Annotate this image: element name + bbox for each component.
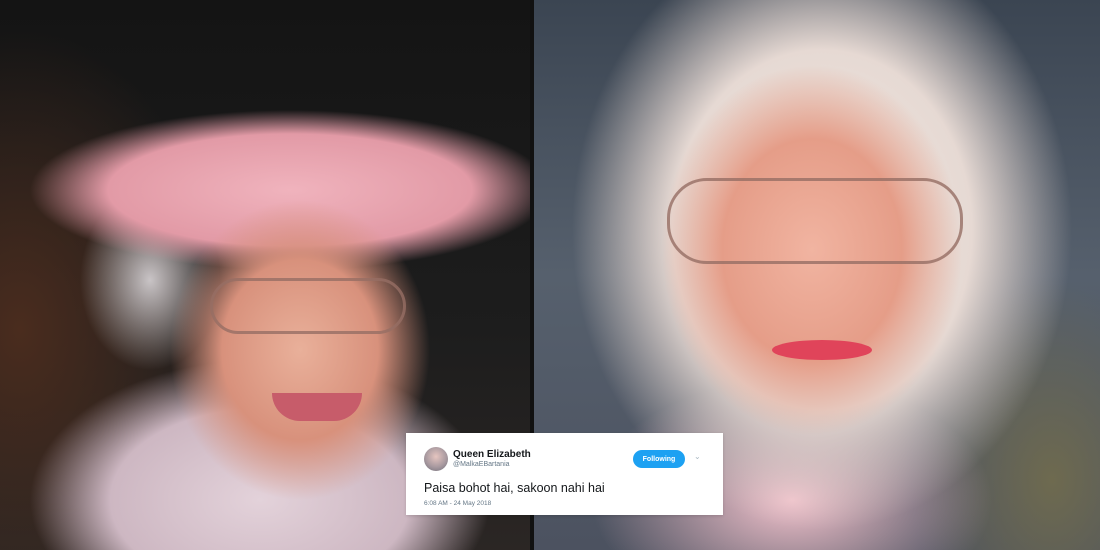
user-handle[interactable]: @MalkaEBartania [453, 461, 510, 468]
smile [272, 393, 362, 421]
tweet-text: Paisa bohot hai, sakoon nahi hai [424, 481, 605, 495]
glasses-left [210, 278, 406, 334]
tweet-card: Queen Elizabeth @MalkaEBartania Followin… [406, 433, 723, 515]
glasses-right [667, 178, 963, 264]
tweet-timestamp[interactable]: 6:08 AM - 24 May 2018 [424, 500, 491, 507]
following-button[interactable]: Following [633, 450, 685, 468]
chevron-down-icon[interactable]: ⌄ [694, 453, 701, 461]
avatar[interactable] [424, 447, 448, 471]
user-name[interactable]: Queen Elizabeth [453, 449, 531, 460]
lips [772, 340, 872, 360]
